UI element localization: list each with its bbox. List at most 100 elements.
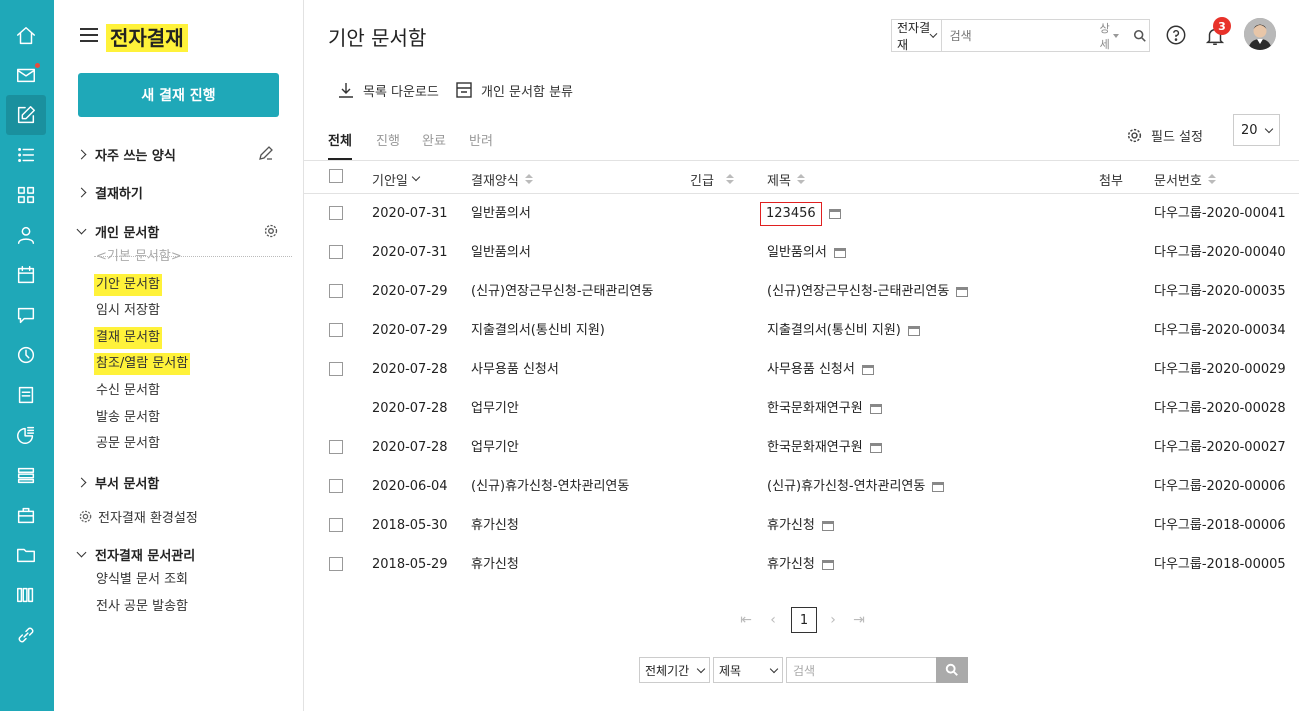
new-approval-button[interactable]: 새 결재 진행	[78, 73, 279, 117]
select-all-checkbox[interactable]	[329, 169, 343, 183]
tab-rejected[interactable]: 반려	[469, 130, 493, 160]
prev-page-icon[interactable]: ‹	[766, 612, 780, 628]
sidebar-item-company-send[interactable]: 전사 공문 발송함	[94, 596, 190, 618]
search-scope-select[interactable]: 전자결재	[892, 20, 942, 52]
title-link[interactable]: 휴가신청	[767, 545, 815, 584]
title-link[interactable]: 휴가신청	[767, 506, 815, 545]
sidebar-group-personal[interactable]: 개인 문서함	[76, 219, 159, 243]
avatar[interactable]	[1244, 18, 1276, 50]
folder-icon[interactable]	[6, 535, 46, 575]
column-header-title[interactable]: 제목	[767, 170, 805, 189]
cell-title[interactable]: 일반품의서	[767, 233, 846, 272]
search-icon[interactable]	[1131, 20, 1149, 51]
row-checkbox[interactable]	[329, 245, 343, 259]
cell-title[interactable]: (신규)휴가신청-연차관리연동	[767, 467, 945, 506]
title-link[interactable]: 일반품의서	[767, 233, 827, 272]
period-select[interactable]: 전체기간	[639, 657, 710, 683]
calendar-icon[interactable]	[6, 255, 46, 295]
field-select[interactable]: 제목	[713, 657, 783, 683]
last-page-icon[interactable]: ⇥	[852, 612, 866, 628]
title-link[interactable]: 지출결의서(통신비 지원)	[767, 311, 901, 350]
contact-icon[interactable]	[6, 215, 46, 255]
row-checkbox[interactable]	[329, 284, 343, 298]
popup-window-icon[interactable]	[861, 364, 874, 375]
sidebar-item-received[interactable]: 수신 문서함	[94, 380, 162, 402]
cell-title[interactable]: 123456	[760, 194, 841, 233]
row-checkbox[interactable]	[329, 206, 343, 220]
cell-title[interactable]: 한국문화재연구원	[767, 428, 882, 467]
title-link[interactable]: 한국문화재연구원	[767, 389, 863, 428]
row-checkbox[interactable]	[329, 518, 343, 532]
first-page-icon[interactable]: ⇤	[739, 612, 753, 628]
popup-window-icon[interactable]	[833, 247, 846, 258]
row-checkbox[interactable]	[329, 362, 343, 376]
next-page-icon[interactable]: ›	[826, 612, 840, 628]
table-row[interactable]: 2020-07-31 일반품의서 123456 다우그룹-2020-00041	[304, 194, 1299, 233]
help-icon[interactable]	[1165, 24, 1187, 46]
table-row[interactable]: 2020-07-31 일반품의서 일반품의서 다우그룹-2020-00040	[304, 233, 1299, 272]
row-checkbox[interactable]	[329, 557, 343, 571]
popup-window-icon[interactable]	[821, 520, 834, 531]
edit-icon[interactable]	[258, 145, 274, 161]
sidebar-item-drafts[interactable]: 기안 문서함	[94, 274, 162, 296]
popup-window-icon[interactable]	[932, 481, 945, 492]
sidebar-group-favorites[interactable]: 자주 쓰는 양식	[76, 142, 176, 166]
mail-icon[interactable]	[6, 55, 46, 95]
chat-icon[interactable]	[6, 295, 46, 335]
column-header-date[interactable]: 기안일	[372, 170, 421, 189]
books-icon[interactable]	[6, 575, 46, 615]
link-icon[interactable]	[6, 615, 46, 655]
tab-all[interactable]: 전체	[328, 130, 352, 160]
sidebar-item-sent[interactable]: 발송 문서함	[94, 407, 162, 429]
column-header-form[interactable]: 결재양식	[471, 170, 533, 189]
home-icon[interactable]	[6, 16, 46, 56]
sidebar-item-approved[interactable]: 결재 문서함	[94, 327, 162, 349]
title-link[interactable]: (신규)휴가신청-연차관리연동	[767, 467, 925, 506]
title-link[interactable]: 123456	[760, 201, 822, 226]
table-row[interactable]: 2018-05-30 휴가신청 휴가신청 다우그룹-2018-00006	[304, 506, 1299, 545]
grid-icon[interactable]	[6, 175, 46, 215]
popup-window-icon[interactable]	[907, 325, 920, 336]
bottom-search-input[interactable]: 검색	[786, 657, 937, 683]
table-row[interactable]: 2020-07-28 업무기안 한국문화재연구원 다우그룹-2020-00028	[304, 389, 1299, 428]
cell-title[interactable]: 휴가신청	[767, 506, 834, 545]
row-checkbox[interactable]	[329, 323, 343, 337]
column-header-docno[interactable]: 문서번호	[1154, 170, 1216, 189]
classify-button[interactable]: 개인 문서함 분류	[455, 80, 573, 100]
popup-window-icon[interactable]	[869, 442, 882, 453]
table-row[interactable]: 2020-07-28 사무용품 신청서 사무용품 신청서 다우그룹-2020-0002…	[304, 350, 1299, 389]
hamburger-icon[interactable]	[80, 28, 98, 42]
sidebar-group-manage[interactable]: 전자결재 문서관리	[76, 542, 195, 566]
row-checkbox[interactable]	[329, 479, 343, 493]
sidebar-group-approve[interactable]: 결재하기	[76, 180, 143, 204]
table-row[interactable]: 2020-07-29 지출결의서(통신비 지원) 지출결의서(통신비 지원) 다우그룹…	[304, 311, 1299, 350]
page-number[interactable]: 1	[791, 607, 817, 633]
report-icon[interactable]	[6, 415, 46, 455]
sidebar-item-official[interactable]: 공문 문서함	[94, 433, 162, 455]
row-checkbox[interactable]	[329, 440, 343, 454]
popup-window-icon[interactable]	[828, 208, 841, 219]
page-size-select[interactable]: 20	[1233, 114, 1280, 146]
gear-icon[interactable]	[263, 223, 279, 239]
tab-progress[interactable]: 진행	[376, 130, 400, 160]
popup-window-icon[interactable]	[869, 403, 882, 414]
cell-title[interactable]: 사무용품 신청서	[767, 350, 874, 389]
board-icon[interactable]	[6, 375, 46, 415]
search-input[interactable]	[941, 20, 1100, 51]
table-row[interactable]: 2020-07-29 (신규)연장근무신청-근태관리연동 (신규)연장근무신청-근태…	[304, 272, 1299, 311]
cell-title[interactable]: 휴가신청	[767, 545, 834, 584]
title-link[interactable]: 한국문화재연구원	[767, 428, 863, 467]
cell-title[interactable]: 한국문화재연구원	[767, 389, 882, 428]
field-settings-button[interactable]: 필드 설정	[1126, 125, 1203, 145]
search-icon[interactable]	[936, 657, 968, 683]
table-row[interactable]: 2020-06-04 (신규)휴가신청-연차관리연동 (신규)휴가신청-연차관리연동…	[304, 467, 1299, 506]
sidebar-item-reference[interactable]: 참조/열람 문서함	[94, 353, 191, 375]
cell-title[interactable]: (신규)연장근무신청-근태관리연동	[767, 272, 969, 311]
table-row[interactable]: 2020-07-28 업무기안 한국문화재연구원 다우그룹-2020-00027	[304, 428, 1299, 467]
sidebar-item-by-form[interactable]: 양식별 문서 조회	[94, 569, 190, 591]
title-link[interactable]: (신규)연장근무신청-근태관리연동	[767, 272, 949, 311]
briefcase-icon[interactable]	[6, 495, 46, 535]
database-icon[interactable]	[6, 455, 46, 495]
table-row[interactable]: 2018-05-29 휴가신청 휴가신청 다우그룹-2018-00005	[304, 545, 1299, 584]
clock-icon[interactable]	[6, 335, 46, 375]
